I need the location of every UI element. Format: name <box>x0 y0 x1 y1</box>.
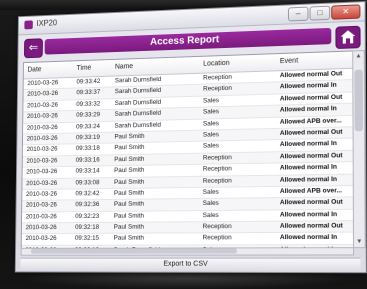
cell-date: 2010-03-26 <box>27 111 74 122</box>
cell-name: Sarah Durnsfield <box>114 119 201 131</box>
photo-scene: IXP20 – □ ✕ ⇐ Access Report Date Time Na… <box>0 0 367 289</box>
cell-date: 2010-03-26 <box>26 156 73 167</box>
cell-time: 09:32:15 <box>75 234 112 244</box>
cell-time: 09:32:18 <box>75 223 112 234</box>
cell-date: 2010-03-26 <box>27 89 74 101</box>
cell-time: 09:33:37 <box>76 88 113 99</box>
cell-date: 2010-03-26 <box>27 133 74 144</box>
cell-event: Allowed normal Out <box>280 221 353 232</box>
column-header-date[interactable]: Date <box>28 66 42 73</box>
cell-location: Reception <box>203 152 278 164</box>
cell-name: Paul Smith <box>114 199 201 210</box>
cell-time: 09:33:29 <box>76 110 113 121</box>
cell-name: Paul Smith <box>114 188 201 199</box>
cell-location: Sales <box>203 140 278 152</box>
cell-event: Allowed APB over... <box>280 186 353 198</box>
cell-name: Paul Smith <box>114 234 201 245</box>
export-csv-button[interactable]: Export to CSV <box>20 258 360 272</box>
cell-time: 09:32:23 <box>75 212 112 223</box>
cell-location: Sales <box>203 129 278 141</box>
cell-event: Allowed normal In <box>280 233 353 244</box>
cell-name: Paul Smith <box>114 222 201 233</box>
cell-date: 2010-03-26 <box>26 167 74 178</box>
cell-location: Sales <box>203 187 278 198</box>
arrow-left-icon: ⇐ <box>29 40 39 54</box>
cell-event: Allowed normal In <box>280 139 353 151</box>
scrollbar-thumb[interactable] <box>354 70 363 132</box>
cell-event: Allowed normal In <box>280 174 353 186</box>
cell-name: Paul Smith <box>114 142 201 154</box>
cell-date: 2010-03-26 <box>27 78 74 90</box>
cell-time: 09:33:16 <box>76 155 113 166</box>
cell-time: 09:33:18 <box>76 144 113 155</box>
cell-time: 09:32:42 <box>75 189 112 200</box>
cell-event: Allowed APB over... <box>280 115 353 127</box>
cell-location: Reception <box>203 233 278 244</box>
app-icon <box>24 20 33 29</box>
cell-location: Sales <box>203 117 278 129</box>
cell-name: Paul Smith <box>114 211 201 222</box>
cell-date: 2010-03-26 <box>25 234 73 244</box>
cell-time: 09:33:08 <box>75 178 112 189</box>
cell-time: 09:33:32 <box>76 99 113 110</box>
cell-location: Reception <box>203 164 278 176</box>
table-row[interactable]: 2010-03-26 09:32:15 Paul Smith Reception All… <box>22 233 353 246</box>
cell-event: Allowed normal Out <box>280 127 353 139</box>
home-icon <box>340 29 357 45</box>
cell-name: Sarah Durnsfield <box>115 108 201 121</box>
window-controls: – □ ✕ <box>287 4 361 20</box>
column-header-location[interactable]: Location <box>203 60 229 68</box>
window-title: IXP20 <box>36 18 57 28</box>
cell-event: Allowed normal Out <box>280 151 353 163</box>
cell-date: 2010-03-26 <box>27 145 74 156</box>
cell-location: Reception <box>203 175 278 187</box>
cell-name: Paul Smith <box>114 176 201 188</box>
cell-name: Paul Smith <box>114 153 201 165</box>
cell-date: 2010-03-26 <box>26 201 74 212</box>
cell-time: 09:33:14 <box>76 166 113 177</box>
cell-event: Allowed normal Out <box>280 92 353 105</box>
table-body: 2010-03-26 09:33:42 Sarah Durnsfield Recept… <box>22 69 353 249</box>
cell-date: 2010-03-26 <box>26 178 74 189</box>
horizontal-scrollbar-thumb[interactable] <box>31 248 237 253</box>
cell-event: Allowed normal Out <box>280 198 353 209</box>
scroll-up-icon[interactable]: ▲ <box>353 51 364 62</box>
monitor-screen: IXP20 – □ ✕ ⇐ Access Report Date Time Na… <box>15 1 365 271</box>
cell-location: Sales <box>203 198 278 209</box>
cell-time: 09:32:36 <box>75 200 112 211</box>
access-report-table: Date Time Name Location Event 2010-03-26… <box>21 50 354 248</box>
cell-time: 09:33:42 <box>76 77 113 88</box>
cell-location: Reception <box>203 222 278 233</box>
cell-event: Allowed normal In <box>280 80 353 93</box>
cell-date: 2010-03-26 <box>26 212 74 223</box>
cell-date: 2010-03-26 <box>27 100 74 111</box>
column-header-time[interactable]: Time <box>77 65 92 72</box>
minimize-button[interactable]: – <box>288 7 309 22</box>
home-button[interactable] <box>335 26 360 49</box>
cell-name: Paul Smith <box>114 165 201 177</box>
cell-event: Allowed normal In <box>280 209 353 220</box>
close-button[interactable]: ✕ <box>331 4 360 19</box>
back-button[interactable]: ⇐ <box>24 38 43 58</box>
column-header-event[interactable]: Event <box>280 57 298 65</box>
cell-location: Sales <box>203 106 278 118</box>
cell-event: Allowed normal Out <box>280 69 352 82</box>
app-window: IXP20 – □ ✕ ⇐ Access Report Date Time Na… <box>15 1 367 273</box>
cell-time: 09:33:24 <box>76 121 113 132</box>
scroll-down-icon[interactable]: ▼ <box>354 237 365 247</box>
cell-location: Sales <box>203 210 278 221</box>
cell-date: 2010-03-26 <box>27 122 74 133</box>
cell-time: 09:33:19 <box>76 133 113 144</box>
cell-date: 2010-03-26 <box>26 223 74 234</box>
cell-event: Allowed normal In <box>280 104 353 116</box>
horizontal-scrollbar[interactable] <box>21 247 354 256</box>
cell-location: Reception <box>203 83 278 96</box>
cell-date: 2010-03-26 <box>26 189 74 200</box>
cell-name: Paul Smith <box>114 131 201 143</box>
cell-event: Allowed normal In <box>280 162 353 174</box>
cell-location: Sales <box>203 94 278 107</box>
column-header-name[interactable]: Name <box>115 63 133 70</box>
vertical-scrollbar[interactable]: ▲ ▼ <box>352 50 366 248</box>
maximize-button[interactable]: □ <box>310 6 331 21</box>
